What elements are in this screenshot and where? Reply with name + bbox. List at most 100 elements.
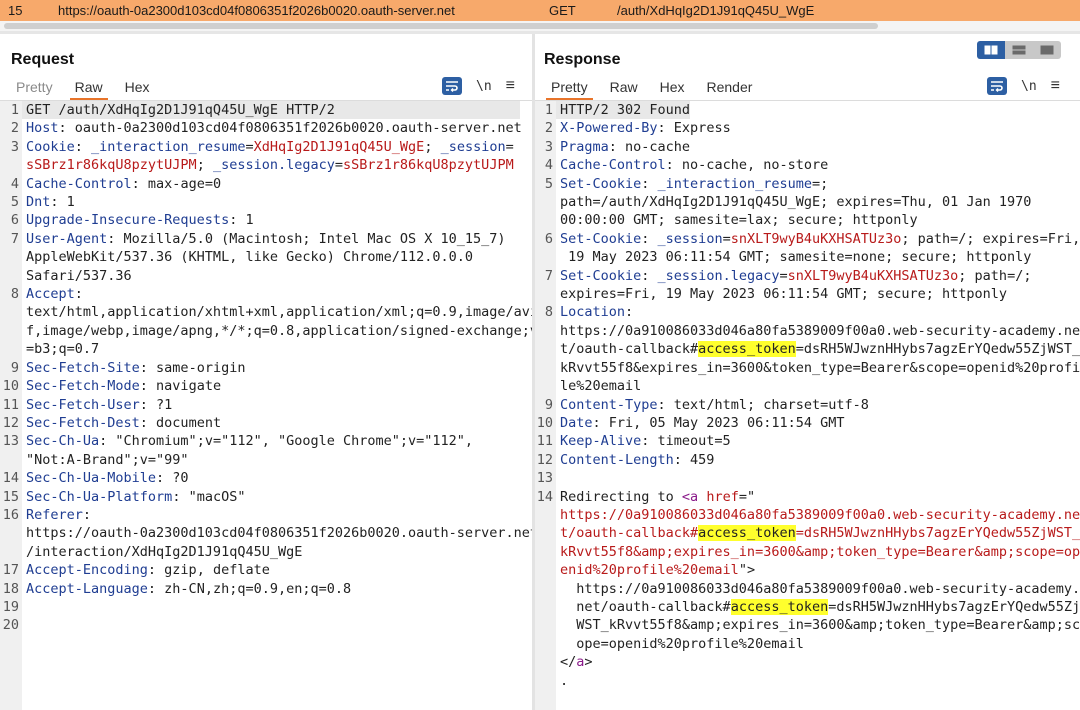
code-line: f,image/webp,image/apng,*/*;q=0.8,applic… (0, 322, 532, 340)
line-text: t/oauth-callback#access_token=dsRH5WJwzn… (556, 340, 1080, 358)
response-tab-pretty[interactable]: Pretty (540, 76, 599, 100)
layout-tabs-icon[interactable] (1033, 41, 1061, 59)
line-number (0, 524, 22, 542)
code-line: 11 Keep-Alive: timeout=5 (535, 432, 1080, 450)
code-token: : zh-CN,zh;q=0.9,en;q=0.8 (147, 580, 352, 597)
code-token: : oauth-0a2300d103cd04f0806351f2026b0020… (58, 120, 522, 137)
code-line: 19 May 2023 06:11:54 GMT; samesite=none;… (535, 248, 1080, 266)
code-token: Sec-Fetch-Dest (26, 414, 140, 431)
line-text: Set-Cookie: _session.legacy=snXLT9wyB4uK… (556, 267, 1031, 285)
line-text: f,image/webp,image/apng,*/*;q=0.8,applic… (22, 322, 532, 340)
scrollbar-thumb[interactable] (4, 23, 878, 29)
line-number: 16 (2, 506, 19, 523)
code-token: ope=openid%20profile%20email (560, 635, 804, 652)
line-text (556, 469, 560, 487)
wrap-lines-icon[interactable] (442, 77, 462, 95)
code-line: expires=Fri, 19 May 2023 06:11:54 GMT; s… (535, 285, 1080, 303)
search-highlight: access_token (698, 525, 796, 542)
code-token: Safari/537.36 (26, 267, 132, 284)
code-token: "Not:A-Brand";v="99" (26, 451, 189, 468)
code-line: . (535, 672, 1080, 690)
code-token: ; (424, 138, 441, 155)
response-editor[interactable]: 1 HTTP/2 302 Found 2 X-Powered-By: Express 3… (535, 101, 1080, 710)
request-editor[interactable]: 1 GET /auth/XdHqIg2D1J91qQ45U_WgE HTTP/2 2… (0, 101, 532, 710)
code-token: href (706, 488, 739, 505)
line-number (535, 524, 556, 542)
search-highlight: access_token (698, 341, 796, 358)
code-token: : text/html; charset=utf-8 (657, 396, 869, 413)
code-token: Set-Cookie (560, 267, 642, 284)
code-token: > (584, 654, 593, 671)
line-text: ope=openid%20profile%20email (556, 635, 804, 653)
line-number (535, 653, 556, 671)
newline-toggle-icon[interactable]: \n (1021, 79, 1037, 94)
code-line: https://0a910086033d046a80fa5389009f00a0… (535, 506, 1080, 524)
code-token: : 459 (673, 451, 715, 468)
line-number: 6 (544, 230, 553, 247)
code-token: GET /auth/XdHqIg2D1J91qQ45U_WgE HTTP/2 (26, 102, 335, 118)
code-token: <a (681, 488, 699, 505)
line-text: WST_kRvvt55f8&amp;expires_in=3600&amp;to… (556, 616, 1080, 634)
code-token: : timeout=5 (641, 433, 731, 450)
code-token: : (625, 304, 634, 321)
search-highlight: access_token (730, 598, 829, 615)
code-token: https://0a910086033d046a80fa5389009f00a0… (560, 506, 1080, 523)
request-tab-pretty[interactable]: Pretty (5, 76, 64, 100)
code-token: Content-Length (560, 451, 674, 468)
request-tab-hex[interactable]: Hex (114, 76, 161, 100)
code-token: </ (560, 654, 577, 671)
code-line: https://oauth-0a2300d103cd04f0806351f202… (0, 524, 532, 542)
line-text: Content-Length: 459 (556, 451, 714, 469)
line-number: 11 (2, 396, 19, 413)
layout-side-by-side-icon[interactable] (977, 41, 1005, 59)
code-token: sSBrz1r86kqU8pzytUJPM (343, 157, 514, 174)
line-text: "Not:A-Brand";v="99" (22, 451, 189, 469)
code-line: </a> (535, 653, 1080, 671)
code-line: enid%20profile%20email"> (535, 561, 1080, 579)
menu-icon[interactable]: ≡ (1051, 77, 1060, 95)
code-token: Set-Cookie (560, 175, 642, 192)
code-token: ; (196, 157, 213, 174)
code-token: https://oauth-0a2300d103cd04f0806351f202… (26, 525, 532, 542)
code-line: AppleWebKit/537.36 (KHTML, like Gecko) C… (0, 248, 532, 266)
code-line: 5 Dnt: 1 (0, 193, 532, 211)
menu-icon[interactable]: ≡ (506, 77, 515, 95)
line-number (535, 377, 556, 395)
line-text: Sec-Fetch-User: ?1 (22, 396, 172, 414)
code-token: kRvvt55f8&amp;expires_in=3600&amp;token_… (560, 543, 1080, 560)
history-row-selected[interactable]: 15 https://oauth-0a2300d103cd04f0806351f… (0, 0, 1080, 21)
line-text: Set-Cookie: _interaction_resume=; (556, 175, 828, 193)
code-token: Sec-Ch-Ua (26, 433, 100, 450)
code-token: sSBrz1r86kqU8pzytUJPM (26, 157, 197, 174)
code-line: https://0a910086033d046a80fa5389009f00a0… (535, 322, 1080, 340)
line-number (535, 672, 556, 690)
line-text: text/html,application/xhtml+xml,applicat… (22, 303, 532, 321)
code-token: : no-cache, no-store (665, 157, 829, 174)
response-tab-raw[interactable]: Raw (599, 76, 649, 100)
response-tab-hex[interactable]: Hex (649, 76, 696, 100)
response-tab-render[interactable]: Render (696, 76, 764, 100)
line-text: Sec-Fetch-Dest: document (22, 414, 221, 432)
code-token: https://0a910086033d046a80fa5389009f00a0… (560, 580, 1080, 597)
code-token: /interaction/XdHqIg2D1J91qQ45U_WgE (26, 543, 303, 560)
code-token: : (641, 230, 658, 247)
request-tab-raw[interactable]: Raw (64, 76, 114, 100)
line-number (535, 543, 556, 561)
layout-stacked-icon[interactable] (1005, 41, 1033, 59)
line-text: /interaction/XdHqIg2D1J91qQ45U_WgE (22, 543, 302, 561)
code-token: Redirecting to (560, 488, 682, 505)
history-number: 15 (8, 3, 23, 18)
code-token: Cookie (26, 138, 75, 155)
line-text: Cache-Control: no-cache, no-store (556, 156, 828, 174)
line-number (535, 506, 556, 524)
horizontal-scrollbar[interactable] (0, 21, 1080, 31)
code-token: https://0a910086033d046a80fa5389009f00a0… (560, 322, 1080, 339)
code-token: : (74, 286, 83, 303)
code-line: 2 X-Powered-By: Express (535, 119, 1080, 137)
code-line: net/oauth-callback#access_token=dsRH5WJw… (535, 598, 1080, 616)
code-token: : ?1 (139, 396, 173, 413)
wrap-lines-icon[interactable] (987, 77, 1007, 95)
code-token: : 1 (229, 212, 254, 229)
line-text: sSBrz1r86kqU8pzytUJPM; _session.legacy=s… (22, 156, 514, 174)
newline-toggle-icon[interactable]: \n (476, 79, 492, 94)
